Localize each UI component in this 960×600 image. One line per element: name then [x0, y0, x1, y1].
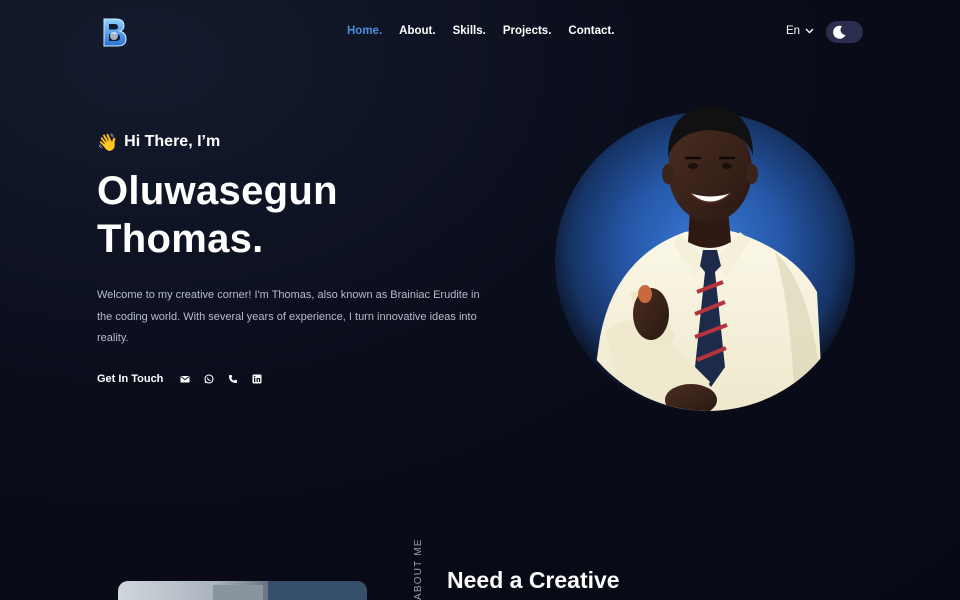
phone-icon[interactable]	[228, 374, 238, 384]
email-icon[interactable]	[180, 374, 190, 384]
nav-link-contact[interactable]: Contact.	[568, 25, 614, 37]
chevron-down-icon	[805, 28, 814, 34]
hero-name: Oluwasegun Thomas.	[97, 167, 477, 263]
about-image	[118, 581, 367, 600]
linkedin-icon[interactable]	[252, 374, 262, 384]
cta-row: Get In Touch	[97, 373, 276, 385]
about-image-detail	[268, 581, 367, 600]
hero-name-first: Oluwasegun	[97, 169, 338, 213]
hero-description: Welcome to my creative corner! I'm Thoma…	[97, 289, 480, 344]
about-section-label: ABOUT ME	[413, 538, 424, 600]
brand-logo-icon[interactable]	[100, 17, 128, 47]
nav-link-projects[interactable]: Projects.	[503, 25, 552, 37]
about-section-title: Need a Creative	[447, 567, 620, 593]
top-nav: Home. About. Skills. Projects. Contact. …	[0, 0, 960, 64]
nav-link-home[interactable]: Home.	[347, 25, 382, 37]
hero-greeting: 👋 Hi There, I’m	[97, 133, 220, 151]
theme-toggle[interactable]	[826, 21, 863, 43]
get-in-touch-button[interactable]: Get In Touch	[97, 373, 163, 385]
language-selector[interactable]: En	[786, 25, 814, 37]
about-image-detail	[213, 585, 263, 600]
nav-link-about[interactable]: About.	[399, 25, 435, 37]
hero-name-last: Thomas.	[97, 217, 264, 261]
wave-emoji-icon: 👋	[97, 132, 119, 152]
profile-photo	[585, 106, 825, 411]
moon-icon	[833, 25, 846, 39]
whatsapp-icon[interactable]	[204, 374, 214, 384]
nav-links: Home. About. Skills. Projects. Contact.	[347, 25, 614, 37]
greeting-text: Hi There, I’m	[124, 133, 221, 150]
nav-link-skills[interactable]: Skills.	[453, 25, 486, 37]
profile-portrait	[545, 82, 865, 442]
language-label: En	[786, 25, 801, 37]
